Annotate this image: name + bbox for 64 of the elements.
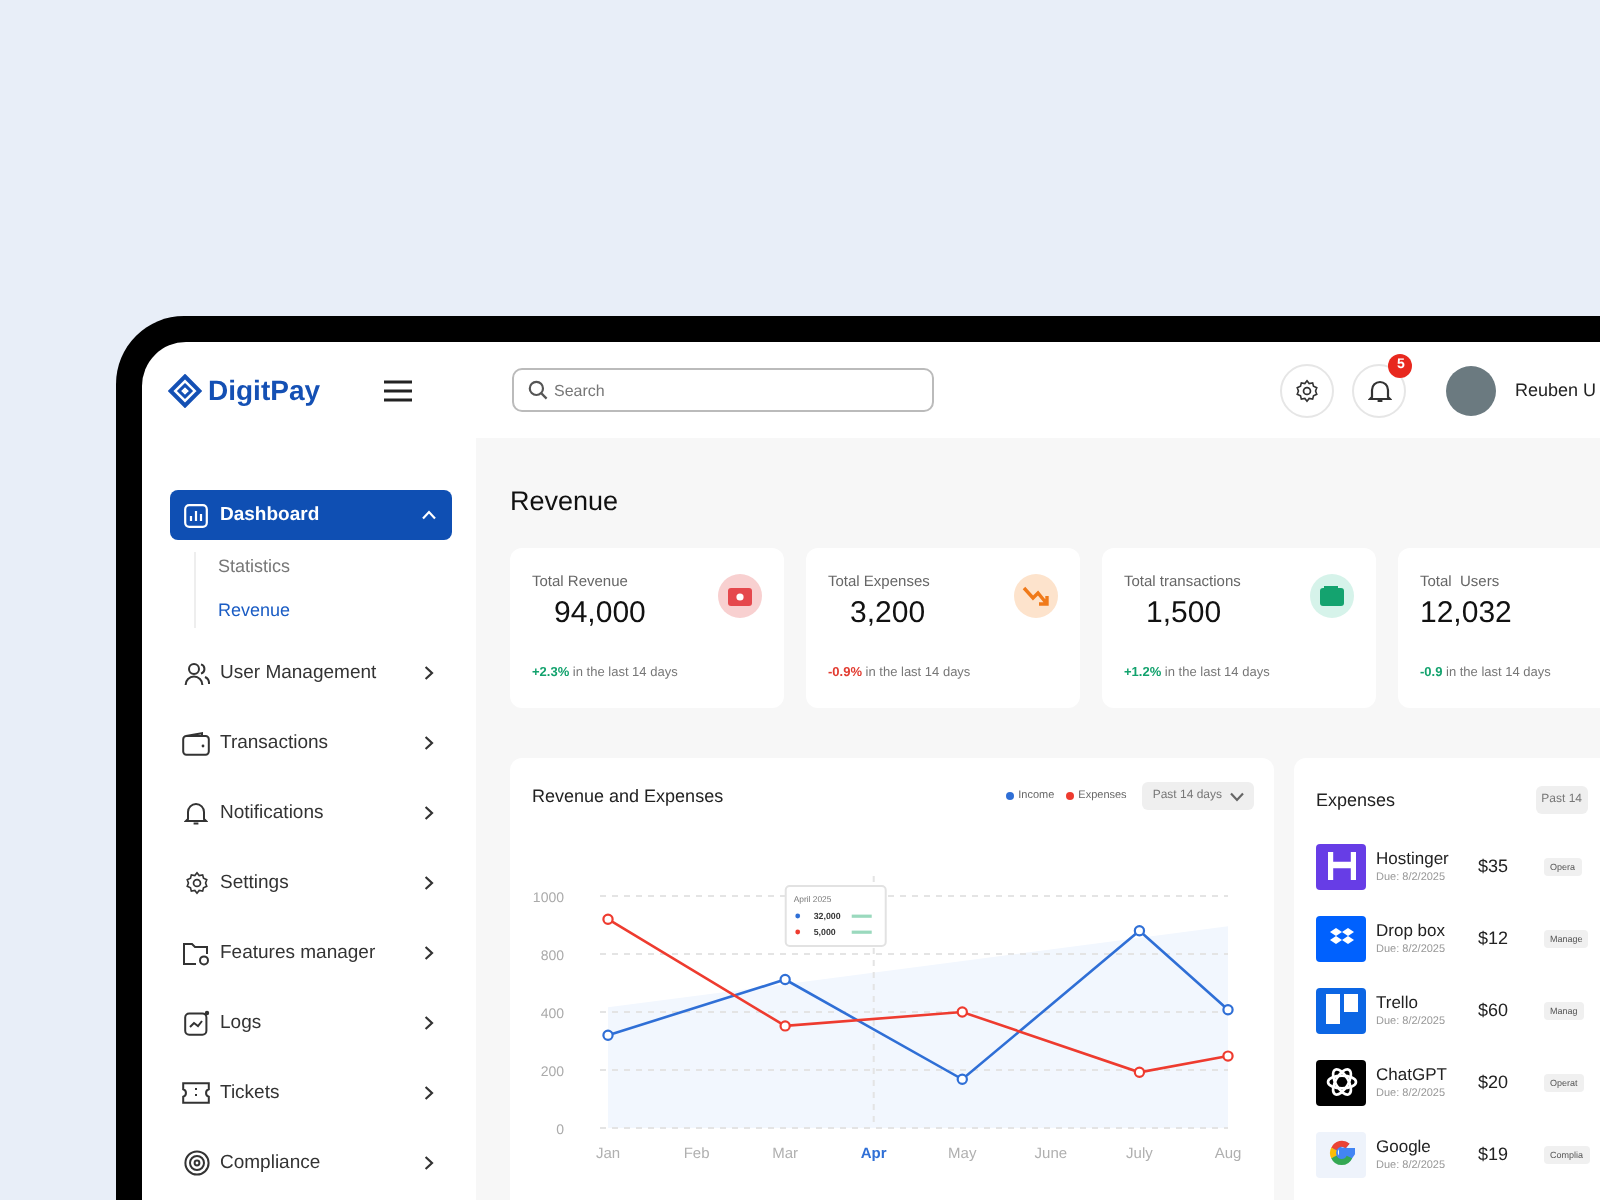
expense-amount: $60: [1478, 1000, 1511, 1020]
expense-amount: $12: [1478, 928, 1511, 948]
expense-name: Hostinger: [1376, 848, 1451, 868]
sidebar-item[interactable]: User Management: [170, 648, 452, 698]
settings-button[interactable]: [1280, 363, 1335, 417]
bar-chart-icon: [184, 503, 208, 527]
folder-gear-icon: [182, 941, 210, 965]
ticket-icon: [182, 1082, 210, 1104]
sidebar-item[interactable]: Tickets: [170, 1068, 452, 1118]
stat-icon: [1310, 574, 1354, 618]
wallet-icon: [182, 731, 210, 755]
chevron-icon: [1230, 791, 1244, 801]
user-name: Reuben U: [1514, 380, 1596, 400]
expenses-title: Expenses: [1316, 790, 1398, 810]
company-logo-icon: [1316, 987, 1366, 1033]
submenu-item[interactable]: Statistics: [218, 556, 452, 576]
expense-amount: $20: [1478, 1072, 1511, 1092]
stat-icon: [1014, 574, 1058, 618]
bell-icon: [1367, 377, 1392, 403]
chevron-icon: [424, 1156, 434, 1170]
search-field[interactable]: Search: [512, 368, 934, 412]
stat-value: 12,032: [1420, 596, 1514, 630]
expense-name: Trello: [1376, 992, 1420, 1012]
sidebar-item[interactable]: Logs: [170, 998, 452, 1048]
stat-value: 94,000: [552, 596, 648, 630]
chart-title: Revenue and Expenses: [532, 786, 726, 806]
users-icon: [183, 661, 209, 685]
chevron-icon: [424, 1086, 434, 1100]
sidebar-item[interactable]: Transactions: [170, 718, 452, 768]
menu-icon[interactable]: [384, 379, 412, 401]
chevron-icon: [424, 806, 434, 820]
chevron-icon: [424, 666, 434, 680]
stat-value: 3,200: [848, 596, 928, 630]
sidebar-item[interactable]: Notifications: [170, 788, 452, 838]
graph-window-icon: [183, 1010, 209, 1036]
expense-amount: $19: [1478, 1144, 1511, 1164]
expense-name: ChatGPT: [1376, 1064, 1449, 1084]
sidebar-item[interactable]: Settings: [170, 858, 452, 908]
brand-name: DigitPay: [208, 374, 321, 406]
company-logo-icon: [1316, 1131, 1366, 1177]
page-title: Revenue: [510, 486, 621, 516]
chevron-icon: [424, 876, 434, 890]
stat-value: 1,500: [1144, 596, 1224, 630]
expense-name: Drop box: [1376, 920, 1447, 940]
expense-amount: $35: [1478, 856, 1511, 876]
sidebar-item[interactable]: Compliance: [170, 1138, 452, 1188]
sidebar-item[interactable]: Features manager: [170, 928, 452, 978]
sidebar-item[interactable]: Dashboard: [170, 490, 452, 540]
company-logo-icon: [1316, 843, 1366, 889]
stat-icon: [718, 574, 762, 618]
company-logo-icon: [1316, 915, 1366, 961]
search-icon: [528, 380, 548, 400]
avatar[interactable]: [1446, 365, 1497, 415]
chevron-icon: [422, 510, 436, 520]
diamond-logo-icon: [168, 373, 202, 407]
bell-icon: [184, 800, 208, 826]
chevron-icon: [424, 946, 434, 960]
expense-name: Google: [1376, 1136, 1433, 1156]
chevron-icon: [424, 736, 434, 750]
settings-icon: [1294, 377, 1321, 403]
chevron-icon: [424, 1016, 434, 1030]
submenu-item[interactable]: Revenue: [218, 600, 452, 620]
settings-icon: [183, 870, 209, 896]
company-logo-icon: [1316, 1059, 1366, 1105]
